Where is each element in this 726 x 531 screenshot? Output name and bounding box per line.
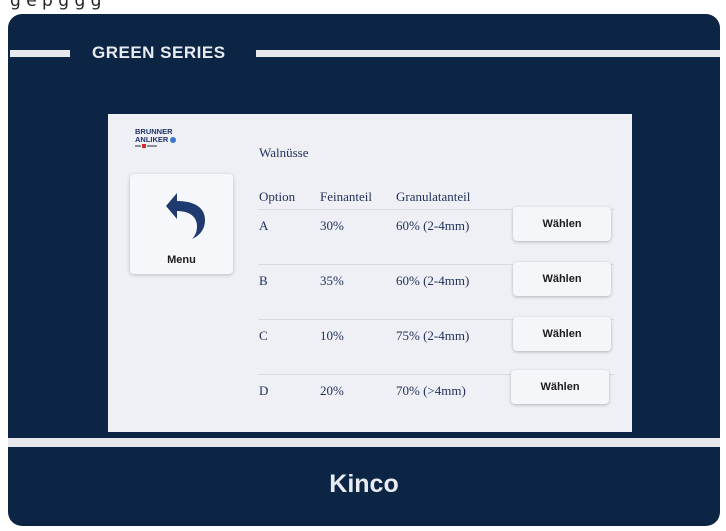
option-cell: C [259,328,268,343]
logo-tagline [135,144,197,150]
touch-screen: BRUNNER ANLIKER Menu Walnüsse Option Fei… [108,114,632,432]
select-button-d[interactable]: Wählen [511,370,609,404]
header-option: Option [259,189,296,204]
hmi-device: GREEN SERIES BRUNNER ANLIKER Menu Walnüs… [8,14,720,526]
select-button-b[interactable]: Wählen [513,262,611,296]
granulatanteil-cell: 60% (2-4mm) [396,218,470,233]
top-strip-text: g e p g g g [10,0,102,11]
feinanteil-cell: 10% [320,328,344,343]
feinanteil-cell: 30% [320,218,344,233]
screen-title: Walnüsse [259,145,309,160]
menu-button[interactable]: Menu [130,174,233,274]
header-feinanteil: Feinanteil [320,189,372,204]
logo-dot-icon [170,137,177,143]
top-stripe-left [10,50,70,57]
logo-line2-text: ANLIKER [135,135,169,144]
granulatanteil-cell: 75% (2-4mm) [396,328,470,343]
brand-logo: Kinco [329,470,399,498]
page-top-strip: g e p g g g [0,0,726,12]
swiss-flag-icon [135,144,157,148]
option-cell: B [259,273,268,288]
select-button-c[interactable]: Wählen [513,317,611,351]
bottom-stripe [8,438,720,447]
menu-button-label: Menu [167,254,196,266]
granulatanteil-cell: 70% (>4mm) [396,383,466,398]
top-stripe-right [256,50,720,57]
option-cell: D [259,383,269,398]
option-cell: A [259,218,269,233]
series-label: GREEN SERIES [92,43,226,62]
brunner-anliker-logo: BRUNNER ANLIKER [135,128,197,152]
logo-line2: ANLIKER [135,136,197,144]
back-arrow-icon [166,193,205,239]
select-button-a[interactable]: Wählen [513,207,611,241]
header-granulatanteil: Granulatanteil [396,189,471,204]
feinanteil-cell: 20% [320,383,344,398]
feinanteil-cell: 35% [320,273,344,288]
granulatanteil-cell: 60% (2-4mm) [396,273,470,288]
